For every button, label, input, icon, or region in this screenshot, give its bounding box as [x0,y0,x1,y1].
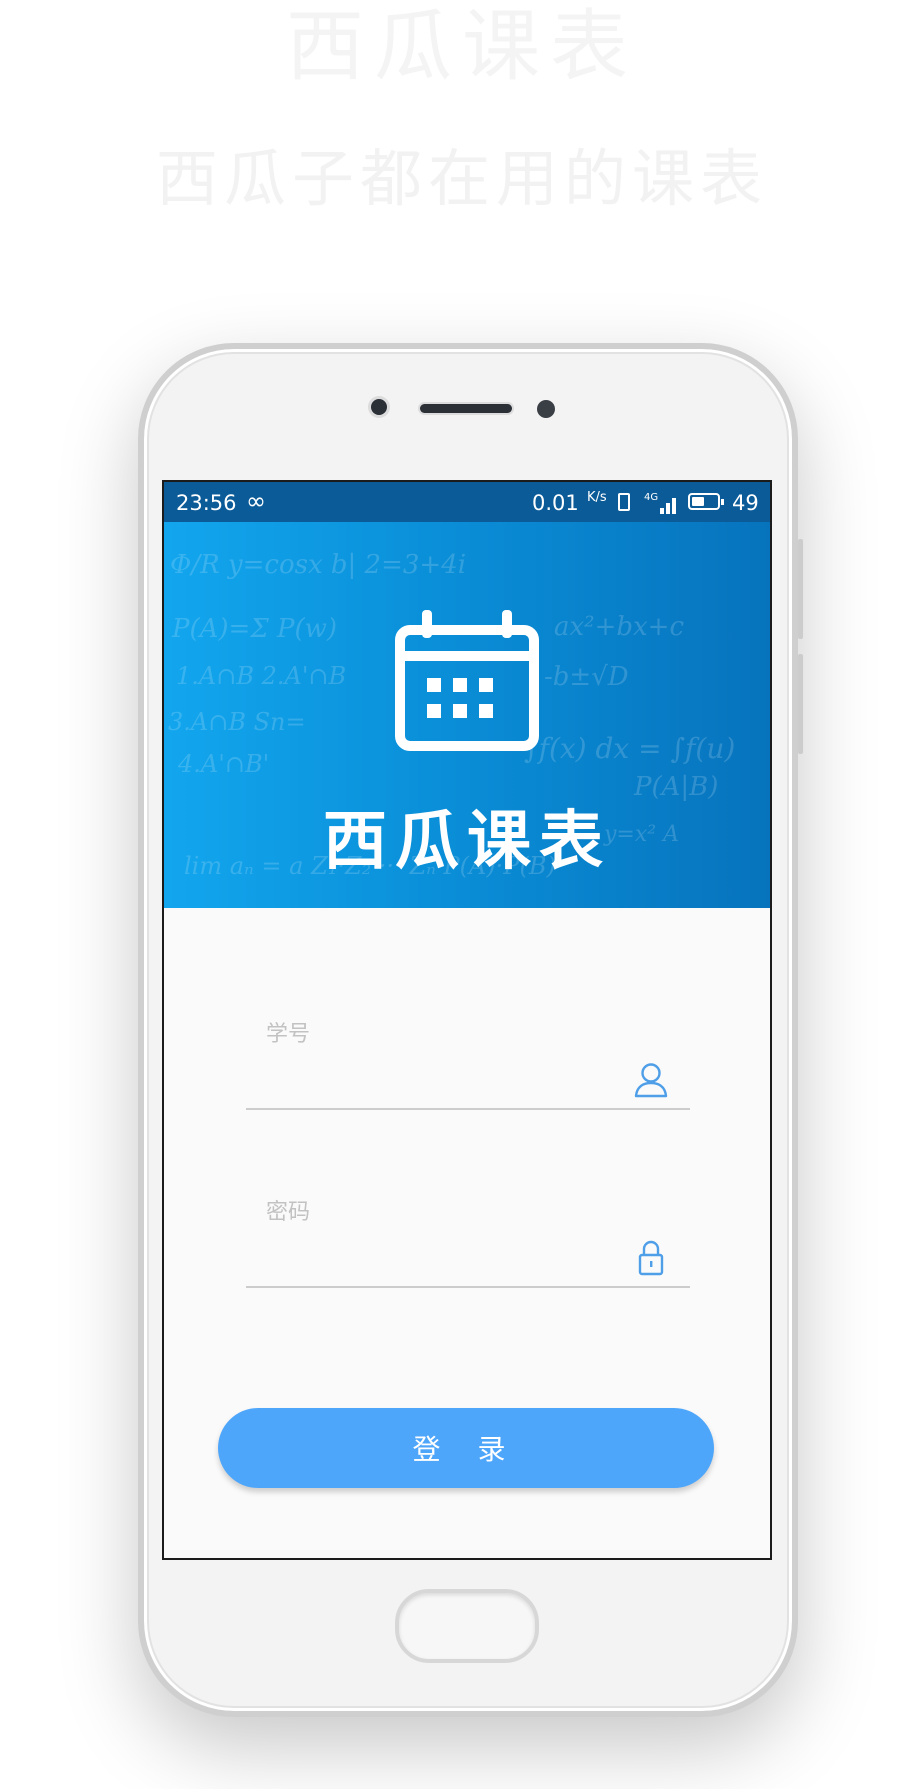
battery-icon [688,493,724,510]
phone-frame: 23:56 ∞ 0.01 K/s 4G 49 Φ/R y=cosx b| 2=3… [138,343,803,1717]
math-decoration: ax²+bx+c [554,612,685,642]
status-bar: 23:56 ∞ 0.01 K/s 4G 49 [164,482,770,522]
math-decoration: 4.A'∩B' [178,750,270,778]
app-header-banner: Φ/R y=cosx b| 2=3+4i P(A)=Σ P(w) 1.A∩B 2… [164,522,770,908]
signal-bars-icon [652,494,676,514]
math-decoration: ∫f(x) dx = ∫f(u) [524,732,736,765]
volume-up-button [798,539,803,639]
password-underline [246,1286,690,1288]
student-id-input[interactable] [246,1026,620,1068]
math-decoration: P(A)=Σ P(w) [172,614,338,644]
calendar-icon [395,610,539,751]
battery-level: 49 [732,491,759,515]
front-camera [371,399,387,415]
proximity-sensor [537,400,555,418]
student-id-underline [246,1108,690,1110]
network-speed: 0.01 [532,491,579,515]
promo-title: 西瓜课表 [285,2,638,92]
vibrate-icon [618,493,630,511]
volume-down-button [798,654,803,754]
password-input[interactable] [246,1204,620,1246]
math-decoration: Φ/R y=cosx b| 2=3+4i [170,550,467,580]
person-outline-icon [634,1063,668,1098]
infinity-icon: ∞ [246,487,266,515]
math-decoration: 3.A∩B Sn= [168,708,306,736]
app-screen: 23:56 ∞ 0.01 K/s 4G 49 Φ/R y=cosx b| 2=3… [162,480,772,1560]
math-decoration: 1.A∩B 2.A'∩B [176,662,347,690]
lock-icon [638,1240,664,1276]
earpiece-speaker [420,404,512,413]
status-time: 23:56 [176,491,237,515]
app-logo-text: 西瓜课表 [323,805,611,879]
math-decoration: -b±√D [544,662,629,692]
home-button [395,1589,539,1663]
promo-subtitle: 西瓜子都在用的课表 [155,142,768,215]
login-button[interactable]: 登 录 [218,1408,714,1488]
network-speed-unit: K/s [587,490,607,505]
